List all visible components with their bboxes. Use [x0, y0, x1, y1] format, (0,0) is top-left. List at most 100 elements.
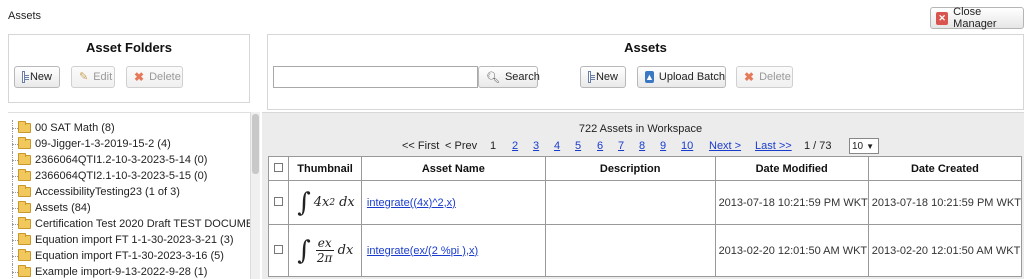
folder-icon [18, 185, 31, 197]
search-input[interactable] [273, 66, 478, 88]
row-checkbox[interactable] [274, 244, 284, 254]
folder-item[interactable]: 00 SAT Math (8) [8, 120, 115, 136]
folder-icon [18, 217, 31, 229]
folder-item[interactable]: Assets (84) [8, 200, 91, 216]
date-modified-cell: 2013-07-18 10:21:59 PM WKT [714, 180, 869, 225]
table-row[interactable]: ∫ 4x 2 dx integrate((4x)^2,x) 2013-07-18 10… [267, 180, 1023, 225]
date-created-cell: 2013-02-20 12:01:50 AM WKT [867, 224, 1023, 277]
page-title: Assets [8, 10, 42, 22]
folder-item[interactable]: 2366064QTI1.2-10-3-2023-5-14 (0) [8, 152, 207, 168]
close-manager-button[interactable]: ✕ Close Manager [930, 6, 1024, 30]
delete-icon: ✖ [134, 69, 145, 84]
pager-next-link[interactable]: Next > [709, 140, 741, 152]
pager-page-current: 1 [490, 140, 497, 152]
folder-item[interactable]: Equation import FT-1-30-2023-3-16 (5) [8, 248, 224, 264]
formula-thumbnail: ∫ ex 2π dx [297, 235, 354, 266]
page-size-value: 10 [852, 140, 864, 152]
folder-icon [18, 121, 31, 133]
search-icon: 🔍︎ [486, 71, 500, 84]
folder-label: Equation import FT-1-30-2023-3-16 (5) [35, 250, 224, 262]
tree-connector [8, 184, 18, 200]
pager-page-link[interactable]: 5 [575, 140, 581, 152]
tree-connector [8, 168, 18, 184]
thumbnail-cell: ∫ ex 2π dx [288, 224, 362, 277]
table-header-row: Thumbnail Asset Name Description Date Mo… [267, 156, 1023, 181]
tree-connector [8, 248, 18, 264]
pager-page-link[interactable]: 4 [554, 140, 560, 152]
row-checkbox[interactable] [274, 196, 284, 206]
date-modified-cell: 2013-02-20 12:01:50 AM WKT [714, 224, 869, 277]
new-asset-label: New [595, 71, 618, 83]
description-cell [544, 224, 716, 277]
scrollbar-thumb[interactable] [252, 114, 259, 174]
pencil-icon: ✎ [79, 71, 89, 83]
column-header-thumbnail[interactable]: Thumbnail [288, 156, 362, 181]
delete-icon: ✖ [744, 69, 755, 84]
description-cell [544, 180, 716, 225]
column-header-date-modified[interactable]: Date Modified [714, 156, 869, 181]
folder-item[interactable]: Certification Test 2020 Draft TEST DOCUM… [8, 216, 250, 232]
tree-connector [8, 152, 18, 168]
folder-icon [18, 233, 31, 245]
pager-page-link[interactable]: 3 [533, 140, 539, 152]
pager-page-link[interactable]: 8 [639, 140, 645, 152]
folder-label: Assets (84) [35, 202, 91, 214]
pager-page-link[interactable]: 6 [597, 140, 603, 152]
pager-page-link[interactable]: 2 [512, 140, 518, 152]
delete-folder-button[interactable]: ✖ Delete [126, 66, 183, 88]
upload-batch-button[interactable]: ▲ Upload Batch [637, 66, 726, 88]
folder-item[interactable]: 09-Jigger-1-3-2019-15-2 (4) [8, 136, 171, 152]
asset-name-cell: integrate((4x)^2,x) [360, 180, 546, 225]
new-asset-button[interactable]: New [580, 66, 626, 88]
new-folder-button[interactable]: New [14, 66, 60, 88]
folder-icon [18, 169, 31, 181]
folder-item[interactable]: AccessibilityTesting23 (1 of 3) [8, 184, 180, 200]
folder-icon [18, 249, 31, 261]
search-button[interactable]: 🔍︎ Search [478, 66, 540, 88]
pager-first: << First [402, 140, 440, 152]
close-icon: ✕ [936, 11, 949, 25]
delete-asset-label: Delete [759, 71, 791, 83]
close-manager-label: Close Manager [953, 6, 997, 30]
folder-icon [18, 201, 31, 213]
folder-label: Example import-9-13-2022-9-28 (1) [35, 266, 208, 278]
pager-page-link[interactable]: 7 [618, 140, 624, 152]
new-folder-label: New [29, 71, 52, 83]
folder-icon [18, 153, 31, 165]
delete-folder-label: Delete [149, 71, 181, 83]
tree-connector [8, 136, 18, 152]
row-select-cell [267, 180, 290, 225]
row-select-cell [267, 224, 290, 277]
folder-item[interactable]: Equation import FT 1-1-30-2023-3-21 (3) [8, 232, 234, 248]
folder-item[interactable]: Example import-9-13-2022-9-28 (1) [8, 264, 207, 279]
folder-tree-scrollbar[interactable] [250, 112, 260, 279]
new-document-icon [22, 71, 29, 83]
edit-folder-label: Edit [93, 71, 113, 83]
select-all-header [267, 156, 290, 181]
asset-name-link[interactable]: integrate((4x)^2,x) [362, 197, 456, 209]
select-all-checkbox[interactable] [274, 162, 284, 172]
asset-name-link[interactable]: integrate(ex/(2 %pi ),x) [362, 245, 478, 257]
assets-title: Assets [624, 40, 667, 55]
folder-icon [18, 265, 31, 277]
folder-label: Certification Test 2020 Draft TEST DOCUM… [35, 218, 250, 230]
pager-page-link[interactable]: 9 [660, 140, 666, 152]
asset-name-cell: integrate(ex/(2 %pi ),x) [360, 224, 546, 277]
delete-asset-button[interactable]: ✖ Delete [736, 66, 793, 88]
pager-prev: < Prev [445, 140, 478, 152]
pager-page-link[interactable]: 10 [681, 140, 693, 152]
page-size-select[interactable]: 10 ▼ [849, 138, 879, 154]
formula-thumbnail: ∫ 4x 2 dx [297, 187, 355, 218]
edit-folder-button[interactable]: ✎ Edit [71, 66, 115, 88]
folder-tree: 00 SAT Math (8) 09-Jigger-1-3-2019-15-2 … [8, 112, 250, 279]
column-header-description[interactable]: Description [544, 156, 716, 181]
table-row[interactable]: ∫ ex 2π dx integrate(ex/(2 %pi ),x) 2013-… [267, 224, 1023, 277]
pager-last-link[interactable]: Last >> [755, 140, 792, 152]
folder-item[interactable]: 2366064QTI2.1-10-3-2023-5-15 (0) [8, 168, 207, 184]
folder-label: 2366064QTI1.2-10-3-2023-5-14 (0) [35, 154, 208, 166]
column-header-asset-name[interactable]: Asset Name [360, 156, 546, 181]
column-header-date-created[interactable]: Date Created [867, 156, 1023, 181]
folder-label: AccessibilityTesting23 (1 of 3) [35, 186, 180, 198]
pager-position: 1 / 73 [804, 140, 832, 152]
tree-connector [8, 120, 18, 136]
